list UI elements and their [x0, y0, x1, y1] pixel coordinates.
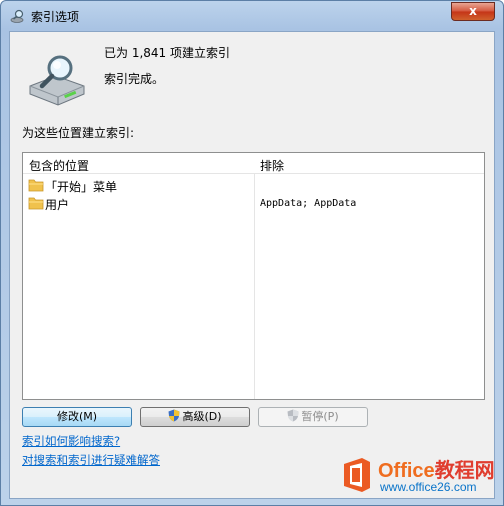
list-item[interactable]: 用户 AppData; AppData	[23, 195, 484, 212]
site-watermark: Office教程网 www.office26.com	[334, 452, 500, 500]
hard-drive-magnifier-icon	[29, 55, 85, 106]
column-header-excluded[interactable]: 排除	[260, 157, 284, 174]
indexing-status-text: 索引完成。	[104, 72, 165, 86]
indexed-count-text: 已为 1,841 项建立索引	[104, 46, 230, 60]
troubleshoot-search-link[interactable]: 对搜索和索引进行疑难解答	[22, 452, 160, 468]
dialog-body: 已为 1,841 项建立索引 索引完成。 为这些位置建立索引: 包含的位置 排除…	[9, 31, 495, 499]
modify-button-label: 修改(M)	[56, 410, 98, 423]
pause-button-label: 暂停(P)	[301, 410, 339, 423]
watermark-title-latin: Office	[378, 460, 435, 482]
location-name: 「开始」菜单	[45, 180, 118, 194]
pause-button[interactable]: 暂停(P)	[258, 407, 368, 427]
uac-shield-icon	[168, 409, 180, 422]
watermark-url: www.office26.com	[380, 480, 477, 494]
indexing-options-window: 索引选项 x 已为 1,841 项建立索引 索引完成。 为这些位置建立索引: 包…	[0, 0, 504, 506]
list-item[interactable]: 「开始」菜单	[23, 177, 484, 194]
indexed-locations-list[interactable]: 包含的位置 排除 「开始」菜单 用户 AppData; AppData	[22, 152, 485, 400]
watermark-title: Office教程网	[378, 454, 495, 483]
folder-icon	[28, 179, 44, 192]
column-header-included[interactable]: 包含的位置	[29, 157, 89, 174]
uac-shield-icon	[287, 409, 299, 422]
advanced-button-label: 高级(D)	[182, 410, 222, 423]
close-button[interactable]: x	[451, 2, 495, 21]
location-name: 用户	[45, 198, 70, 212]
exclusion-value: AppData; AppData	[260, 198, 357, 209]
watermark-title-cn: 教程网	[434, 460, 495, 482]
modify-button[interactable]: 修改(M)	[22, 407, 132, 427]
advanced-button[interactable]: 高级(D)	[140, 407, 250, 427]
locations-label: 为这些位置建立索引:	[22, 126, 135, 140]
office-logo-icon	[344, 458, 370, 492]
how-indexing-affects-search-link[interactable]: 索引如何影响搜索?	[22, 433, 120, 449]
title-bar[interactable]: 索引选项 x	[1, 1, 503, 31]
search-index-icon	[10, 9, 24, 23]
list-header: 包含的位置 排除	[23, 153, 484, 174]
folder-icon	[28, 197, 44, 210]
window-title: 索引选项	[31, 10, 80, 24]
